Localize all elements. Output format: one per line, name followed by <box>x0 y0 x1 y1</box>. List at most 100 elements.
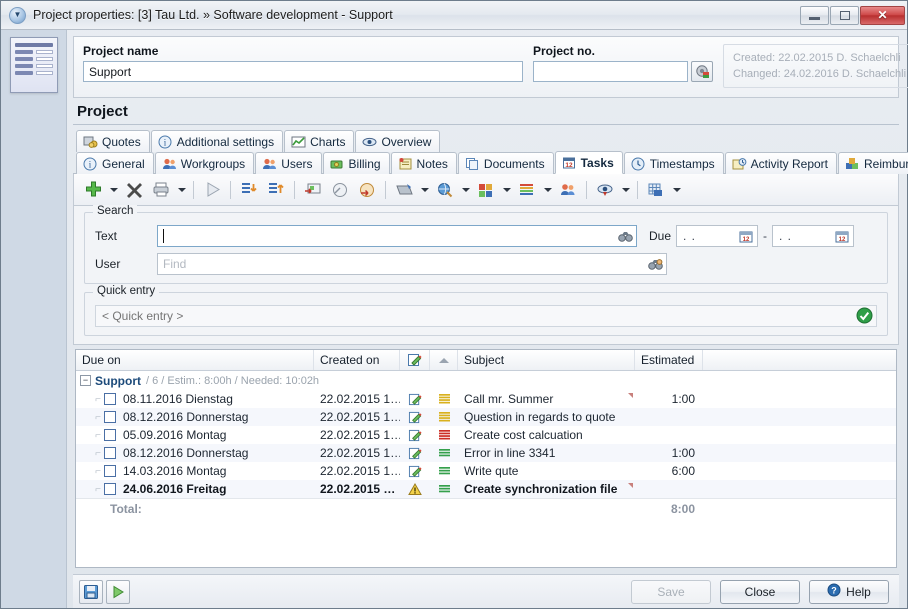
maximize-button[interactable] <box>830 6 859 25</box>
green-check-icon[interactable] <box>856 307 873 324</box>
move-up-icon[interactable] <box>263 177 289 203</box>
tab-additional-settings[interactable]: i Additional settings <box>151 130 283 152</box>
play-icon[interactable] <box>199 177 225 203</box>
tab-billing[interactable]: Billing <box>323 152 390 174</box>
created-text: Created: 22.02.2015 D. Schaelchli <box>733 50 906 66</box>
minimize-button[interactable] <box>800 6 829 25</box>
group-row-support[interactable]: − Support / 6 / Estim.: 8:00h / Needed: … <box>76 371 896 390</box>
due-to-field[interactable]: . . 12 <box>772 225 854 247</box>
cell-subject: Write qute <box>464 464 518 478</box>
info-icon: i <box>83 157 98 171</box>
sort-ascending-icon[interactable] <box>430 350 458 370</box>
search-user-input[interactable] <box>157 253 667 275</box>
group-expander[interactable]: − <box>80 375 91 386</box>
report-icon[interactable] <box>391 177 417 203</box>
svg-text:?: ? <box>831 586 837 596</box>
cell-subject: Error in line 3341 <box>464 446 555 460</box>
tab-documents[interactable]: Documents <box>458 152 554 174</box>
warning-icon[interactable] <box>400 483 430 496</box>
delete-icon[interactable] <box>121 177 147 203</box>
row-checkbox[interactable] <box>104 483 116 495</box>
tab-activity-report[interactable]: Activity Report <box>725 152 837 174</box>
table-row[interactable]: ⌐08.12.2016 Donnerstag 22.02.2015 1… Que… <box>76 408 896 426</box>
priority-icon[interactable] <box>514 177 540 203</box>
table-row[interactable]: ⌐08.12.2016 Donnerstag 22.02.2015 1… Err… <box>76 444 896 462</box>
contacts-icon[interactable] <box>555 177 581 203</box>
tab-users[interactable]: Users <box>255 152 321 174</box>
search-text-input[interactable] <box>157 225 637 247</box>
edit-icon[interactable] <box>400 447 430 460</box>
edit-icon[interactable] <box>400 411 430 424</box>
project-no-input[interactable] <box>533 61 688 82</box>
tab-reimbursables[interactable]: Reimbursables <box>838 152 908 174</box>
project-name-input[interactable] <box>83 61 523 82</box>
help-button[interactable]: ? Help <box>809 580 889 604</box>
table-row[interactable]: ⌐14.03.2016 Montag 22.02.2015 1… Write q… <box>76 462 896 480</box>
run-icon[interactable] <box>106 580 130 604</box>
tab-charts[interactable]: Charts <box>284 130 354 152</box>
priority-dropdown-arrow[interactable] <box>541 177 554 203</box>
due-from-field[interactable]: . . 12 <box>676 225 758 247</box>
assign-task-icon[interactable] <box>354 177 380 203</box>
tab-timestamps[interactable]: Timestamps <box>624 152 724 174</box>
close-button-footer[interactable]: Close <box>720 580 800 604</box>
tab-label: Users <box>281 157 312 171</box>
layout-dropdown-arrow[interactable] <box>670 177 683 203</box>
edit-icon[interactable] <box>400 429 430 442</box>
binoculars-icon[interactable] <box>615 226 636 246</box>
edit-column-icon[interactable] <box>400 350 430 370</box>
watch-dropdown-arrow[interactable] <box>619 177 632 203</box>
column-header-estimated[interactable]: Estimated <box>635 350 703 370</box>
tab-overview[interactable]: Overview <box>355 130 440 152</box>
report-dropdown-arrow[interactable] <box>418 177 431 203</box>
grid-header: Due on Created on Subject Estimated <box>76 350 896 371</box>
grouping-dropdown-arrow[interactable] <box>500 177 513 203</box>
tab-label: General <box>102 157 145 171</box>
column-header-created-on[interactable]: Created on <box>314 350 400 370</box>
user-search-icon[interactable] <box>645 254 666 274</box>
toolbar-separator <box>294 181 295 199</box>
toolbar-separator <box>637 181 638 199</box>
row-checkbox[interactable] <box>104 447 116 459</box>
watch-icon[interactable] <box>592 177 618 203</box>
row-checkbox[interactable] <box>104 411 116 423</box>
cell-created-on: 22.02.2015 1… <box>314 392 400 406</box>
search-user-label: User <box>95 257 157 271</box>
row-checkbox[interactable] <box>104 465 116 477</box>
tab-general[interactable]: i General <box>76 152 154 174</box>
cell-created-on: 22.02.2015 … <box>314 482 400 496</box>
table-row[interactable]: ⌐24.06.2016 Freitag 22.02.2015 … Create … <box>76 480 896 498</box>
add-icon[interactable] <box>80 177 106 203</box>
copy-task-icon[interactable] <box>327 177 353 203</box>
tab-quotes[interactable]: Quotes <box>76 130 150 152</box>
tasks-grid[interactable]: Due on Created on Subject Estimated − Su… <box>75 349 897 568</box>
column-header-subject[interactable]: Subject <box>458 350 635 370</box>
table-save-icon[interactable] <box>643 177 669 203</box>
quick-entry-wrap <box>95 305 877 327</box>
search-globe-icon[interactable] <box>432 177 458 203</box>
column-header-due-on[interactable]: Due on <box>76 350 314 370</box>
quick-entry-input[interactable] <box>95 305 877 327</box>
settings-icon[interactable] <box>691 61 713 82</box>
calendar-picker-icon[interactable]: 12 <box>833 227 851 245</box>
print-icon[interactable] <box>148 177 174 203</box>
table-row[interactable]: ⌐08.11.2016 Dienstag 22.02.2015 1… Call … <box>76 390 896 408</box>
tab-workgroups[interactable]: Workgroups <box>155 152 254 174</box>
tab-tasks[interactable]: 12 Tasks <box>555 151 623 174</box>
tab-notes[interactable]: Notes <box>391 152 457 174</box>
edit-icon[interactable] <box>400 393 430 406</box>
close-button[interactable]: ✕ <box>860 6 905 25</box>
row-checkbox[interactable] <box>104 429 116 441</box>
row-checkbox[interactable] <box>104 393 116 405</box>
import-icon[interactable] <box>300 177 326 203</box>
edit-icon[interactable] <box>400 465 430 478</box>
add-dropdown-arrow[interactable] <box>107 177 120 203</box>
save-button[interactable]: Save <box>631 580 711 604</box>
find-dropdown-arrow[interactable] <box>459 177 472 203</box>
move-down-icon[interactable] <box>236 177 262 203</box>
calendar-picker-icon[interactable]: 12 <box>737 227 755 245</box>
print-dropdown-arrow[interactable] <box>175 177 188 203</box>
table-row[interactable]: ⌐05.09.2016 Montag 22.02.2015 1… Create … <box>76 426 896 444</box>
grouping-icon[interactable] <box>473 177 499 203</box>
save-icon[interactable] <box>79 580 103 604</box>
